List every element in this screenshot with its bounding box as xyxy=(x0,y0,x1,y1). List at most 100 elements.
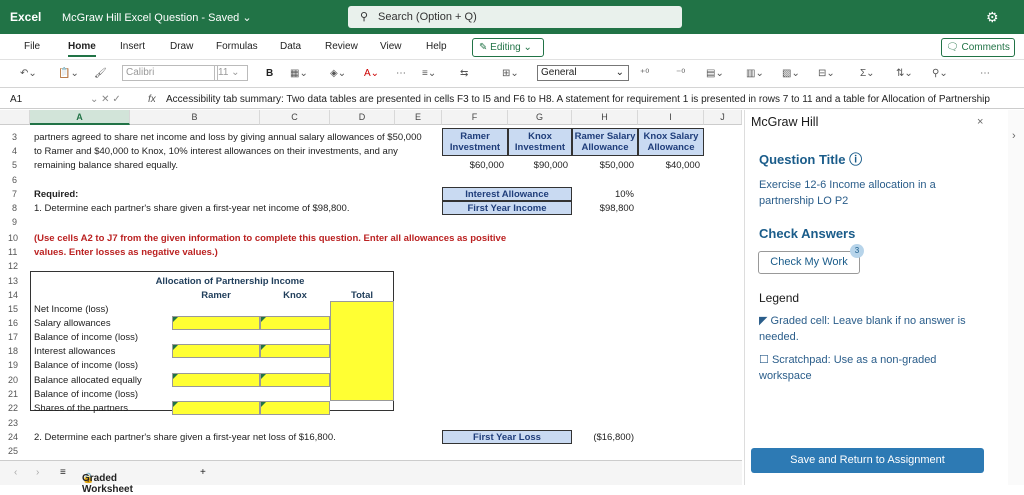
number-format-select[interactable]: General ⌄ xyxy=(537,65,629,81)
table3-value[interactable]: ($16,800) xyxy=(572,430,634,443)
overflow-icon[interactable]: ⋯ xyxy=(980,68,990,79)
settings-gear-icon[interactable]: ⚙ xyxy=(986,9,999,26)
row-header[interactable]: 19 xyxy=(0,358,28,372)
row-header[interactable]: 3 xyxy=(0,130,28,144)
graded-cell-total-column[interactable] xyxy=(330,301,394,401)
fill-color-icon[interactable]: ◈⌄ xyxy=(330,68,346,79)
row-header[interactable]: 7 xyxy=(0,187,28,201)
spreadsheet-grid[interactable]: A B C D E F G H I J 3 4 5 6 7 8 9 10 11 … xyxy=(0,110,742,460)
table1-value[interactable]: $90,000 xyxy=(508,158,568,171)
column-header-a[interactable]: A xyxy=(30,110,130,125)
bold-button[interactable]: B xyxy=(266,68,273,79)
table2-label[interactable]: Interest Allowance xyxy=(442,187,572,201)
graded-cell[interactable] xyxy=(260,373,330,387)
decrease-decimal-icon[interactable]: ⁻⁰ xyxy=(676,68,685,79)
column-header-c[interactable]: C xyxy=(260,110,330,125)
tab-help[interactable]: Help xyxy=(426,41,447,52)
intro-text-line[interactable]: partners agreed to share net income and … xyxy=(34,130,422,143)
graded-cell[interactable] xyxy=(172,373,260,387)
row-header[interactable]: 15 xyxy=(0,302,28,316)
row-header[interactable]: 21 xyxy=(0,387,28,401)
row-header[interactable]: 17 xyxy=(0,330,28,344)
column-label-ramer[interactable]: Ramer xyxy=(172,288,260,301)
requirement-1[interactable]: 1. Determine each partner's share given … xyxy=(34,201,349,214)
row-header[interactable]: 5 xyxy=(0,158,28,172)
increase-decimal-icon[interactable]: ⁺⁰ xyxy=(640,68,649,79)
allocation-row-label[interactable]: Balance allocated equally xyxy=(34,373,142,386)
autosum-icon[interactable]: Σ⌄ xyxy=(860,68,875,79)
row-header[interactable]: 20 xyxy=(0,373,28,387)
font-color-icon[interactable]: A⌄ xyxy=(364,68,379,79)
document-title[interactable]: McGraw Hill Excel Question - Saved ⌄ xyxy=(62,11,252,24)
row-header[interactable]: 14 xyxy=(0,288,28,302)
allocation-row-label[interactable]: Balance of income (loss) xyxy=(34,330,138,343)
save-and-return-button[interactable]: Save and Return to Assignment xyxy=(751,448,984,473)
info-icon[interactable]: ⓘ xyxy=(849,152,862,167)
tab-review[interactable]: Review xyxy=(325,41,358,52)
row-header[interactable]: 9 xyxy=(0,215,28,229)
column-header-f[interactable]: F xyxy=(442,110,508,125)
instruction-line[interactable]: values. Enter losses as negative values.… xyxy=(34,245,218,258)
table1-header-knox-investment[interactable]: Knox Investment xyxy=(508,128,572,156)
allocation-row-label[interactable]: Balance of income (loss) xyxy=(34,387,138,400)
all-sheets-icon[interactable]: ≡ xyxy=(60,467,66,478)
row-header[interactable]: 18 xyxy=(0,344,28,358)
check-my-work-button[interactable]: Check My Work xyxy=(758,251,860,274)
merge-icon[interactable]: ⊞⌄ xyxy=(502,68,519,79)
graded-cell[interactable] xyxy=(260,401,330,415)
row-header[interactable]: 11 xyxy=(0,245,28,259)
more-icon[interactable]: ⋯ xyxy=(396,68,406,79)
allocation-row-label[interactable]: Net Income (loss) xyxy=(34,302,108,315)
search-input[interactable]: ⚲ Search (Option + Q) xyxy=(348,6,682,28)
row-header[interactable]: 6 xyxy=(0,173,28,187)
row-header[interactable]: 25 xyxy=(0,444,28,458)
table2-label[interactable]: First Year Income xyxy=(442,201,572,215)
allocation-row-label[interactable]: Salary allowances xyxy=(34,316,111,329)
sort-filter-icon[interactable]: ⇅⌄ xyxy=(896,68,913,79)
tab-home[interactable]: Home xyxy=(68,41,96,57)
corner-cell[interactable] xyxy=(0,110,30,125)
clipboard-icon[interactable]: 📋⌄ xyxy=(58,68,79,79)
graded-cell[interactable] xyxy=(172,316,260,330)
graded-cell[interactable] xyxy=(260,344,330,358)
allocation-row-label[interactable]: Balance of income (loss) xyxy=(34,358,138,371)
row-header[interactable]: 24 xyxy=(0,430,28,444)
allocation-row-label[interactable]: Shares of the partners xyxy=(34,401,128,414)
column-header-b[interactable]: B xyxy=(130,110,260,125)
comments-button[interactable]: 🗨 Comments xyxy=(941,38,1015,57)
allocation-title[interactable]: Allocation of Partnership Income xyxy=(130,274,330,287)
row-header[interactable]: 4 xyxy=(0,144,28,158)
column-header-g[interactable]: G xyxy=(508,110,572,125)
row-header[interactable]: 13 xyxy=(0,274,28,288)
font-name-select[interactable]: Calibri xyxy=(122,65,218,81)
column-header-d[interactable]: D xyxy=(330,110,395,125)
table1-header-knox-salary[interactable]: Knox Salary Allowance xyxy=(638,128,704,156)
row-header[interactable]: 23 xyxy=(0,416,28,430)
table1-value[interactable]: $40,000 xyxy=(638,158,700,171)
table1-header-ramer-salary[interactable]: Ramer Salary Allowance xyxy=(572,128,638,156)
column-label-total[interactable]: Total xyxy=(330,288,394,301)
graded-cell[interactable] xyxy=(260,316,330,330)
find-icon[interactable]: ⚲⌄ xyxy=(932,68,948,79)
undo-icon[interactable]: ↶⌄ xyxy=(20,68,37,79)
table3-label[interactable]: First Year Loss xyxy=(442,430,572,444)
add-sheet-icon[interactable]: + xyxy=(200,467,206,478)
conditional-format-icon[interactable]: ▤⌄ xyxy=(706,68,724,79)
column-header-h[interactable]: H xyxy=(572,110,638,125)
tab-data[interactable]: Data xyxy=(280,41,301,52)
insert-cells-icon[interactable]: ⊟⌄ xyxy=(818,68,835,79)
required-heading[interactable]: Required: xyxy=(34,187,78,200)
row-header[interactable]: 8 xyxy=(0,201,28,215)
align-icon[interactable]: ≡⌄ xyxy=(422,68,436,79)
tab-draw[interactable]: Draw xyxy=(170,41,193,52)
graded-cell[interactable] xyxy=(172,401,260,415)
chevron-right-icon[interactable]: › xyxy=(1012,130,1016,142)
table2-value[interactable]: $98,800 xyxy=(572,201,634,214)
font-size-select[interactable]: 11 ⌄ xyxy=(214,65,248,81)
row-header[interactable]: 12 xyxy=(0,259,28,273)
tab-insert[interactable]: Insert xyxy=(120,41,145,52)
wrap-icon[interactable]: ⇆ xyxy=(460,68,468,79)
tab-view[interactable]: View xyxy=(380,41,402,52)
intro-text-line[interactable]: to Ramer and $40,000 to Knox, 10% intere… xyxy=(34,144,398,157)
intro-text-line[interactable]: remaining balance shared equally. xyxy=(34,158,178,171)
